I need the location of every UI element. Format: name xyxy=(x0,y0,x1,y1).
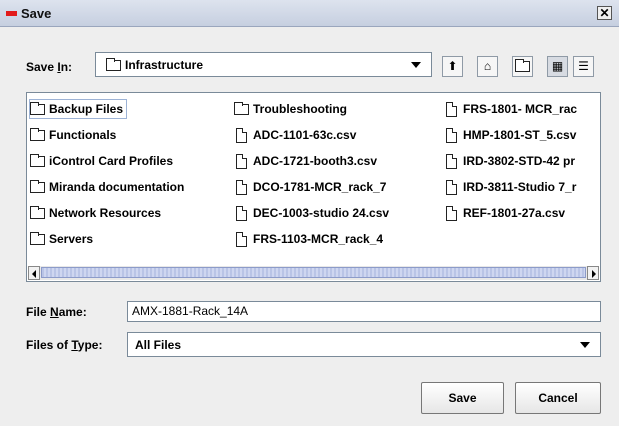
new-folder-icon xyxy=(515,59,530,73)
list-item-folder[interactable]: iControl Card Profiles xyxy=(30,152,173,170)
list-item-file[interactable]: REF-1801-27a.csv xyxy=(446,204,565,222)
file-icon xyxy=(236,128,247,144)
app-icon xyxy=(6,11,17,16)
up-one-level-icon: ⬆ xyxy=(447,59,458,73)
file-icon xyxy=(446,102,457,118)
chevron-down-icon xyxy=(411,62,421,68)
file-icon xyxy=(446,128,457,144)
horizontal-scrollbar[interactable] xyxy=(28,266,599,280)
file-list[interactable]: Backup Files Functionals iControl Card P… xyxy=(26,92,601,282)
cancel-button[interactable]: Cancel xyxy=(515,382,601,414)
folder-icon xyxy=(234,102,249,116)
list-view-icon: ▦ xyxy=(551,59,564,73)
details-view-button[interactable]: ☰ xyxy=(573,56,594,77)
list-item-folder[interactable]: Servers xyxy=(30,230,93,248)
list-item-file[interactable]: DCO-1781-MCR_rack_7 xyxy=(236,178,386,196)
file-icon xyxy=(236,232,247,248)
list-item-file[interactable]: ADC-1721-booth3.csv xyxy=(236,152,377,170)
file-name-input[interactable]: AMX-1881-Rack_14A xyxy=(127,301,601,322)
new-folder-button[interactable] xyxy=(512,56,533,77)
list-item-file[interactable]: ADC-1101-63c.csv xyxy=(236,126,356,144)
arrow-right-icon xyxy=(592,270,596,278)
folder-icon xyxy=(30,206,45,220)
file-type-combobox[interactable]: All Files xyxy=(127,332,601,357)
home-icon: ⌂ xyxy=(483,59,492,73)
folder-icon xyxy=(30,102,45,116)
list-item-folder[interactable]: Miranda documentation xyxy=(30,178,184,196)
save-button[interactable]: Save xyxy=(421,382,504,414)
up-one-level-button[interactable]: ⬆ xyxy=(442,56,463,77)
list-item-file[interactable]: IRD-3802-STD-42 pr xyxy=(446,152,575,170)
arrow-left-icon xyxy=(32,270,36,278)
list-view-button[interactable]: ▦ xyxy=(547,56,568,77)
folder-icon xyxy=(106,58,121,72)
folder-icon xyxy=(30,154,45,168)
file-icon xyxy=(236,154,247,170)
list-item-folder[interactable]: Backup Files xyxy=(28,99,128,119)
scroll-left-button[interactable] xyxy=(28,266,40,280)
file-type-value: All Files xyxy=(135,338,182,352)
file-icon xyxy=(446,180,457,196)
list-item-folder[interactable]: Troubleshooting xyxy=(234,100,347,118)
scroll-right-button[interactable] xyxy=(587,266,599,280)
save-in-label: Save In: xyxy=(26,60,73,74)
details-view-icon: ☰ xyxy=(578,59,589,73)
file-icon xyxy=(236,180,247,196)
file-icon xyxy=(236,206,247,222)
close-button[interactable]: ✕ xyxy=(597,6,612,20)
title-bar: Save ✕ xyxy=(0,0,619,27)
file-name-label: File Name: xyxy=(26,305,87,319)
file-icon xyxy=(446,154,457,170)
scrollbar-thumb[interactable] xyxy=(41,267,586,278)
dialog-title: Save xyxy=(21,6,52,21)
list-item-folder[interactable]: Network Resources xyxy=(30,204,161,222)
folder-icon xyxy=(30,232,45,246)
list-item-file[interactable]: FRS-1801- MCR_rac xyxy=(446,100,577,118)
folder-icon xyxy=(30,128,45,142)
file-icon xyxy=(446,206,457,222)
list-item-file[interactable]: DEC-1003-studio 24.csv xyxy=(236,204,389,222)
chevron-down-icon xyxy=(580,342,590,348)
home-button[interactable]: ⌂ xyxy=(477,56,498,77)
save-in-value: Infrastructure xyxy=(125,58,204,72)
save-in-combobox[interactable]: Infrastructure xyxy=(95,52,432,77)
list-item-file[interactable]: IRD-3811-Studio 7_r xyxy=(446,178,576,196)
list-item-file[interactable]: HMP-1801-ST_5.csv xyxy=(446,126,576,144)
list-item-folder[interactable]: Functionals xyxy=(30,126,116,144)
list-item-file[interactable]: FRS-1103-MCR_rack_4 xyxy=(236,230,383,248)
folder-icon xyxy=(30,180,45,194)
save-dialog: Save In: Infrastructure ⬆ ⌂ ▦ ☰ Backup F… xyxy=(0,27,619,426)
file-type-label: Files of Type: xyxy=(26,338,103,352)
